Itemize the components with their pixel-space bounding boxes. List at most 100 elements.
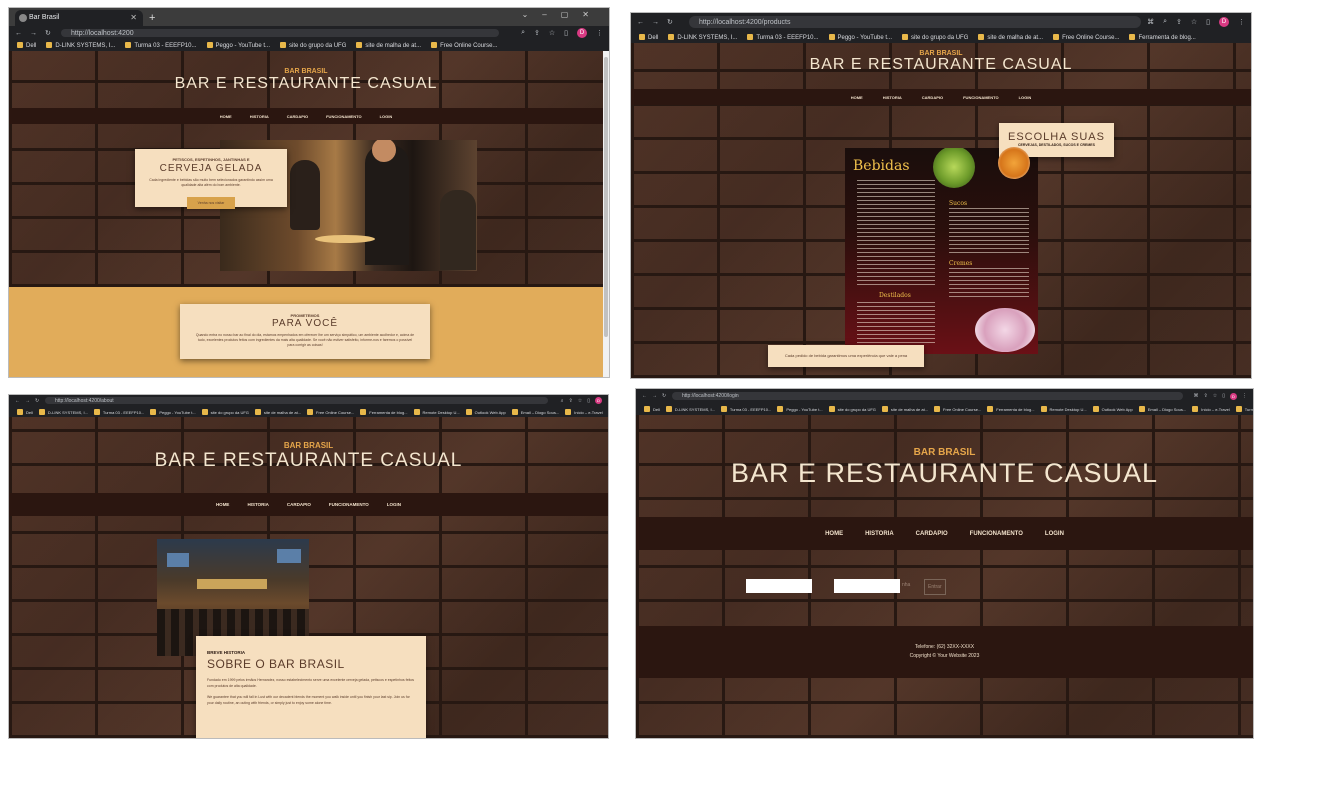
window-controls[interactable]: ⌄–▢✕ <box>522 10 603 19</box>
bookmark-item[interactable]: Free Online Course... <box>934 406 981 412</box>
bookmark-item[interactable]: Remote Desktop U... <box>414 409 460 415</box>
nav-link-funcionamento[interactable]: FUNCIONAMENTO <box>963 95 998 100</box>
sidebar-icon[interactable]: ▯ <box>1206 18 1210 26</box>
nav-link-login[interactable]: LOGIN <box>1019 95 1032 100</box>
bookmark-item[interactable]: D-LINK SYSTEMS, I... <box>46 42 115 49</box>
share-icon[interactable]: ⇪ <box>569 398 573 404</box>
bookmark-item[interactable]: Início – e-Travel <box>1192 406 1230 412</box>
profile-avatar[interactable]: D <box>1219 17 1229 27</box>
url-field[interactable]: http://localhost:4200/products <box>689 16 1141 28</box>
nav-link-historia[interactable]: HISTORIA <box>883 95 902 100</box>
sidebar-icon[interactable]: ▯ <box>587 398 590 404</box>
nav-link-home[interactable]: HOME <box>825 531 843 537</box>
bookmark-item[interactable]: Outlook Web App <box>466 409 506 415</box>
search-icon[interactable]: ⌕ <box>1163 18 1167 26</box>
forward-icon[interactable]: → <box>25 398 30 404</box>
search-icon[interactable]: ⌕ <box>561 398 564 404</box>
new-tab-icon[interactable]: + <box>149 12 155 24</box>
reload-icon[interactable]: ↻ <box>35 398 39 404</box>
nav-link-funcionamento[interactable]: FUNCIONAMENTO <box>970 531 1023 537</box>
bookmark-item[interactable]: Peggo - YouTube t... <box>150 409 195 415</box>
bookmark-item[interactable]: Free Online Course... <box>1053 34 1119 41</box>
bookmark-item[interactable]: site do grupo da UFG <box>902 34 968 41</box>
nav-link-funcionamento[interactable]: FUNCIONAMENTO <box>329 502 369 507</box>
close-tab-icon[interactable]: ✕ <box>130 10 137 26</box>
bookmark-item[interactable]: Dell <box>17 42 36 49</box>
forward-icon[interactable]: → <box>30 30 37 37</box>
translate-icon[interactable]: ⌘ <box>1194 393 1199 399</box>
bookmark-item[interactable]: Turma 03 - EEEFP10... <box>721 406 771 412</box>
menu-icon[interactable]: ⋮ <box>596 29 603 37</box>
bookmark-item[interactable]: Free Online Course... <box>307 409 354 415</box>
nav-link-cardapio[interactable]: CARDAPIO <box>287 502 311 507</box>
back-icon[interactable]: ← <box>15 30 22 37</box>
bookmark-item[interactable]: Peggo - YouTube t... <box>829 34 893 41</box>
nav-link-login[interactable]: LOGIN <box>387 502 401 507</box>
nav-link-historia[interactable]: HISTORIA <box>247 502 268 507</box>
bookmark-item[interactable]: D-LINK SYSTEMS, I... <box>668 34 737 41</box>
sidebar-icon[interactable]: ▯ <box>564 29 568 37</box>
bookmark-item[interactable]: Outlook Web App <box>1093 406 1133 412</box>
bookmark-item[interactable]: Dell <box>639 34 658 41</box>
forward-icon[interactable]: → <box>652 19 659 26</box>
nav-link-funcionamento[interactable]: FUNCIONAMENTO <box>326 114 361 119</box>
reload-icon[interactable]: ↻ <box>45 29 51 37</box>
bookmark-item[interactable]: site do grupo da UFG <box>202 409 249 415</box>
bookmark-item[interactable]: Turma 03 - EEEFP10... <box>125 42 196 49</box>
username-input[interactable] <box>746 579 812 593</box>
search-icon[interactable]: ⌕ <box>521 29 525 37</box>
bookmark-item[interactable]: Dell <box>17 409 33 415</box>
nav-link-login[interactable]: LOGIN <box>380 114 393 119</box>
bookmark-item[interactable]: Ferramenta de blog... <box>987 406 1034 412</box>
url-field[interactable]: http://localhost:4200/about <box>45 397 548 404</box>
bookmark-item[interactable]: site de malha de at... <box>978 34 1043 41</box>
forward-icon[interactable]: → <box>652 393 657 399</box>
bookmark-item[interactable]: site do grupo da UFG <box>829 406 876 412</box>
bookmark-item[interactable]: D-LINK SYSTEMS, I... <box>39 409 88 415</box>
bookmark-item[interactable]: Email – Diogo Sous... <box>1139 406 1186 412</box>
profile-avatar[interactable]: D <box>577 28 587 38</box>
url-field[interactable]: http://localhost:4200/login <box>672 392 1183 400</box>
visit-button[interactable]: Venha nos visitar <box>187 197 235 209</box>
bookmark-item[interactable]: Email – Diogo Sous... <box>512 409 559 415</box>
nav-link-login[interactable]: LOGIN <box>1045 531 1064 537</box>
back-icon[interactable]: ← <box>15 398 20 404</box>
back-icon[interactable]: ← <box>637 19 644 26</box>
bookmark-item[interactable]: Peggo - YouTube t... <box>207 42 271 49</box>
bookmark-item[interactable]: Turma 03 - EEEFP10... <box>94 409 144 415</box>
bookmark-item[interactable]: Peggo - YouTube t... <box>777 406 822 412</box>
bookmark-item[interactable]: Início – e-Travel <box>565 409 603 415</box>
nav-link-historia[interactable]: HISTORIA <box>250 114 269 119</box>
reload-icon[interactable]: ↻ <box>667 18 673 26</box>
nav-link-home[interactable]: HOME <box>220 114 232 119</box>
menu-icon[interactable]: ⋮ <box>1242 393 1247 399</box>
star-icon[interactable]: ☆ <box>1213 393 1217 399</box>
bookmark-item[interactable]: Turma 03 - EEEFP10... <box>747 34 818 41</box>
star-icon[interactable]: ☆ <box>578 398 582 404</box>
share-icon[interactable]: ⇪ <box>1176 18 1182 26</box>
sidebar-icon[interactable]: ▯ <box>1222 393 1225 399</box>
nav-link-home[interactable]: HOME <box>851 95 863 100</box>
bookmark-item[interactable]: Free Online Course... <box>431 42 497 49</box>
share-icon[interactable]: ⇪ <box>1204 393 1208 399</box>
browser-tab[interactable]: Bar Brasil ✕ <box>15 10 143 26</box>
nav-link-historia[interactable]: HISTORIA <box>865 531 894 537</box>
bookmark-item[interactable]: Remote Desktop U... <box>1041 406 1087 412</box>
url-field[interactable]: http://localhost:4200 <box>61 29 499 37</box>
bookmark-item[interactable]: Ferramenta de blog... <box>360 409 407 415</box>
bookmark-item[interactable]: site de malha de at... <box>255 409 301 415</box>
password-input[interactable] <box>834 579 900 593</box>
nav-link-cardapio[interactable]: CARDAPIO <box>916 531 948 537</box>
star-icon[interactable]: ☆ <box>549 29 555 37</box>
bookmark-item[interactable]: Ferramenta de blog... <box>1129 34 1195 41</box>
bookmark-item[interactable]: site do grupo da UFG <box>280 42 346 49</box>
bookmark-item[interactable]: D-LINK SYSTEMS, I... <box>666 406 715 412</box>
share-icon[interactable]: ⇪ <box>534 29 540 37</box>
reload-icon[interactable]: ↻ <box>662 393 666 399</box>
profile-avatar[interactable]: D <box>1230 392 1237 400</box>
nav-link-cardapio[interactable]: CARDAPIO <box>922 95 943 100</box>
bookmark-item[interactable]: Dell <box>644 406 660 412</box>
bookmark-item[interactable]: site de malha de at... <box>356 42 421 49</box>
bookmark-item[interactable]: site de malha de at... <box>882 406 928 412</box>
menu-icon[interactable]: ⋮ <box>1238 18 1245 26</box>
